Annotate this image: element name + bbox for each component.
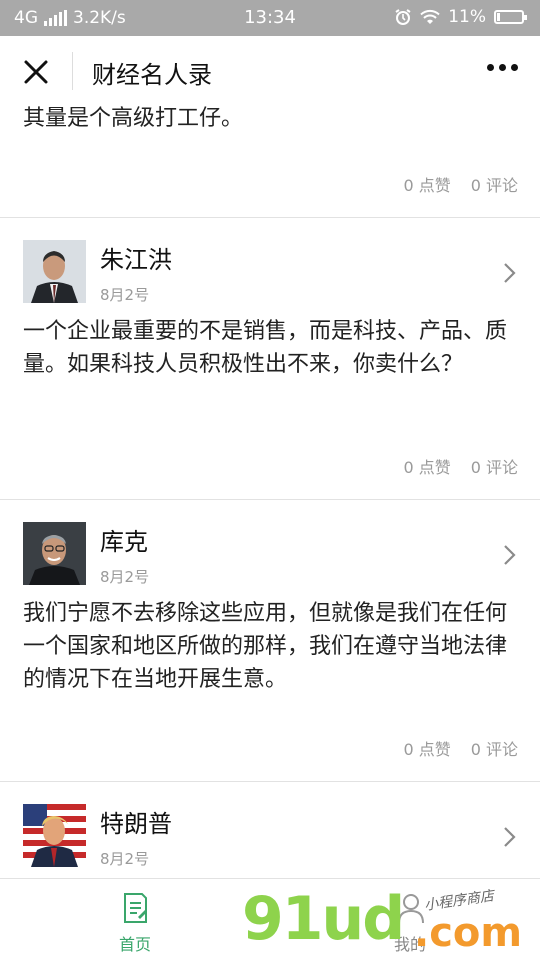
post-stats: 0 点赞 0 评论 [403,172,518,196]
more-dots-icon[interactable] [487,64,518,71]
tab-home-label: 首页 [118,935,151,954]
post-date: 8月2号 [100,568,150,586]
comment-count[interactable]: 0 评论 [471,172,518,196]
post-card[interactable]: 库克 8月2号 我们宁愿不去移除这些应用，但就像是我们在任何一个国家和地区所做的… [0,500,540,782]
nav-divider [72,52,73,90]
like-count[interactable]: 0 点赞 [403,736,450,760]
user-icon [398,894,424,924]
page-title: 财经名人录 [92,61,212,89]
comment-count[interactable]: 0 评论 [471,736,518,760]
chevron-right-icon[interactable] [502,543,518,567]
avatar[interactable] [23,804,86,867]
like-count[interactable]: 0 点赞 [403,454,450,478]
avatar[interactable] [23,240,86,303]
avatar[interactable] [23,522,86,585]
document-icon [124,893,147,923]
post-card[interactable]: 特朗普 8月2号 [0,782,540,878]
chevron-right-icon[interactable] [502,825,518,849]
comment-count[interactable]: 0 评论 [471,454,518,478]
battery-icon [494,10,527,24]
post-card[interactable]: 其量是个高级打工仔。 0 点赞 0 评论 [0,106,540,218]
post-stats: 0 点赞 0 评论 [403,454,518,478]
feed-list: 其量是个高级打工仔。 0 点赞 0 评论 朱江洪 8月2号 一个企业最重要的不是… [0,106,540,878]
author-name[interactable]: 特朗普 [100,804,172,839]
post-date: 8月2号 [100,286,150,304]
close-icon[interactable] [20,56,52,88]
status-right: 11% [394,7,527,27]
tab-bar: 首页 我的 [0,878,540,961]
post-date: 8月2号 [100,850,150,868]
post-stats: 0 点赞 0 评论 [403,736,518,760]
author-name[interactable]: 库克 [100,522,148,557]
status-bar: 4G 3.2K/s 13:34 11% [0,0,540,36]
post-text: 其量是个高级打工仔。 [23,106,244,131]
alarm-icon [395,9,411,25]
like-count[interactable]: 0 点赞 [403,172,450,196]
tab-mine[interactable]: 我的 [270,879,540,961]
post-card[interactable]: 朱江洪 8月2号 一个企业最重要的不是销售，而是科技、产品、质量。如果科技人员积… [0,218,540,500]
tab-mine-label: 我的 [393,935,426,954]
tab-home[interactable]: 首页 [0,879,270,961]
post-text: 我们宁愿不去移除这些应用，但就像是我们在任何一个国家和地区所做的那样，我们在遵守… [23,601,508,692]
wifi-icon [420,9,440,24]
nav-bar: 财经名人录 [0,36,540,106]
chevron-right-icon[interactable] [502,261,518,285]
author-name[interactable]: 朱江洪 [100,240,172,275]
post-text: 一个企业最重要的不是销售，而是科技、产品、质量。如果科技人员积极性出不来，你卖什… [23,319,508,377]
battery-percent: 11% [448,7,486,27]
